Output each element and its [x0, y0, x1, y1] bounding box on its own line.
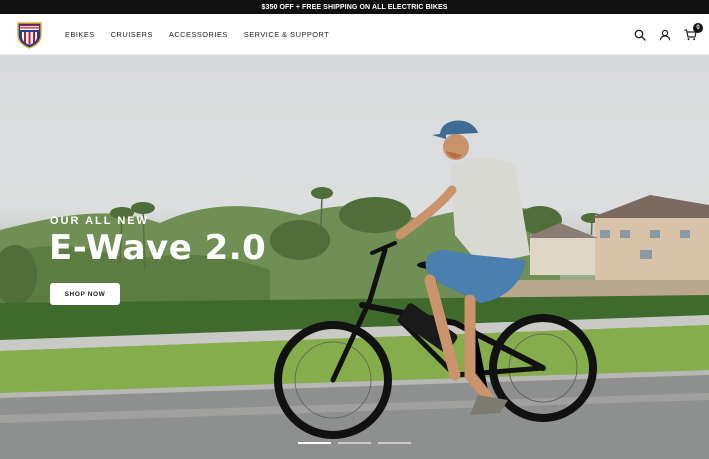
slider-dot-1[interactable] — [298, 442, 331, 444]
shop-now-button[interactable]: SHOP NOW — [50, 283, 120, 305]
hero-headline: E-Wave 2.0 — [49, 228, 267, 268]
nav-service-support[interactable]: SERVICE & SUPPORT — [244, 30, 329, 39]
announcement-text: $350 OFF + FREE SHIPPING ON ALL ELECTRIC… — [261, 3, 448, 11]
account-icon[interactable] — [658, 28, 672, 42]
search-icon[interactable] — [633, 28, 647, 42]
hero-kicker: OUR ALL NEW — [50, 215, 149, 227]
slider-dot-3[interactable] — [378, 442, 411, 444]
announcement-bar: $350 OFF + FREE SHIPPING ON ALL ELECTRIC… — [0, 0, 709, 14]
site-header: EBIKES CRUISERS ACCESSORIES SERVICE & SU… — [0, 14, 709, 55]
hero-banner: OUR ALL NEW E-Wave 2.0 SHOP NOW — [0, 55, 709, 459]
brand-logo[interactable] — [16, 20, 43, 49]
cart-count-badge: 0 — [693, 22, 703, 33]
shield-logo-icon — [17, 22, 42, 49]
nav-accessories[interactable]: ACCESSORIES — [169, 30, 228, 39]
cart-icon[interactable]: 0 — [683, 22, 703, 42]
nav-ebikes[interactable]: EBIKES — [65, 30, 95, 39]
slider-dot-2[interactable] — [338, 442, 371, 444]
nav-cruisers[interactable]: CRUISERS — [111, 30, 153, 39]
header-actions: 0 — [622, 14, 703, 55]
main-nav: EBIKES CRUISERS ACCESSORIES SERVICE & SU… — [65, 14, 345, 55]
slider-pagination — [298, 442, 418, 444]
